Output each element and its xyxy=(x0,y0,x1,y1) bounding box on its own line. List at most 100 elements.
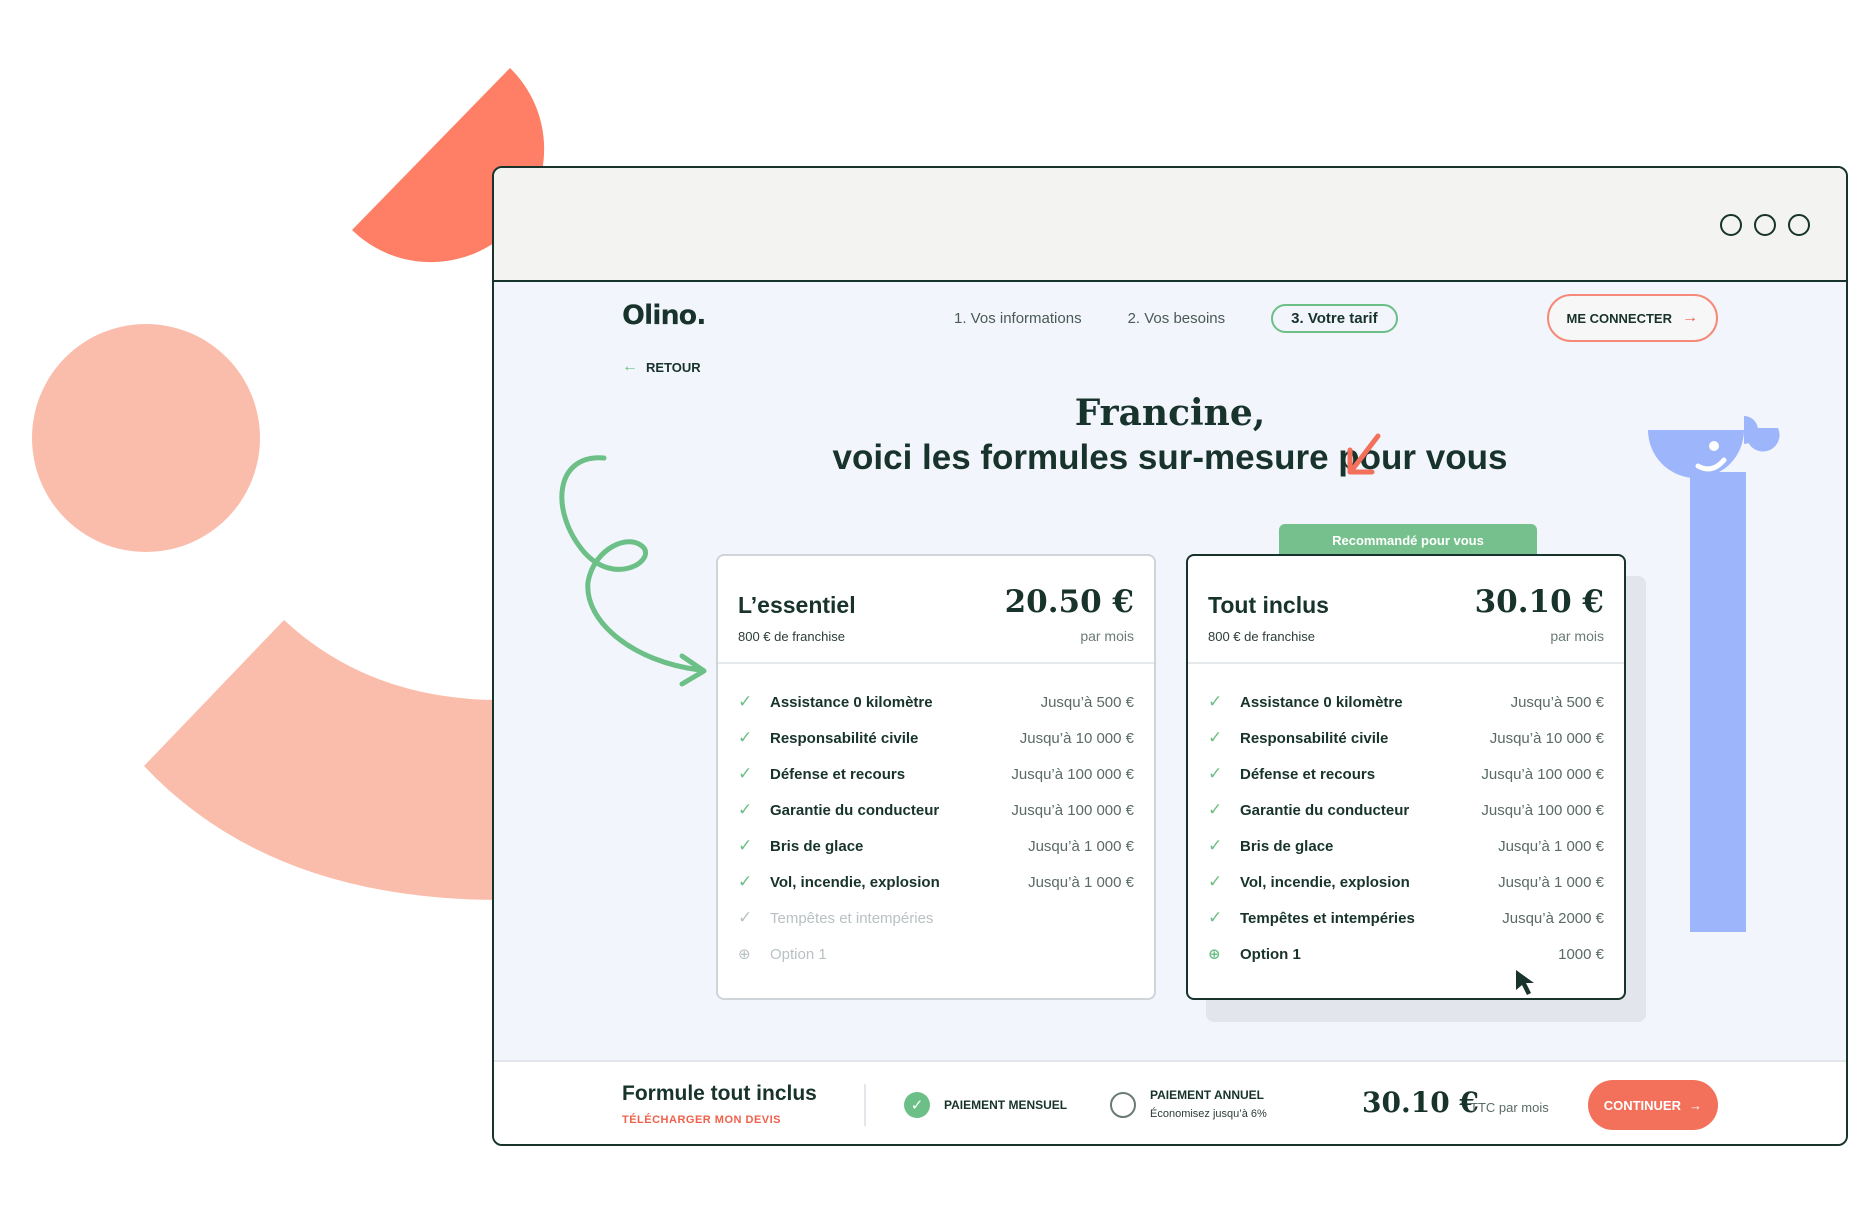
feature-row: ⊕ Option 1 1000 € xyxy=(1208,936,1604,972)
check-icon: ✓ xyxy=(738,872,753,891)
total-price-period: TTC par mois xyxy=(1470,1100,1549,1115)
feature-name: Défense et recours xyxy=(1240,765,1376,783)
annual-savings-note: Économisez jusqu’à 6% xyxy=(1150,1108,1267,1120)
browser-window: Olino. ← RETOUR 1. Vos informations 2. V… xyxy=(492,166,1848,1146)
login-button[interactable]: ME CONNECTER → xyxy=(1546,294,1718,342)
check-icon: ✓ xyxy=(1208,872,1223,891)
feature-value: Jusqu’à 100 000 € xyxy=(1481,801,1604,819)
check-icon: ✓ xyxy=(1208,728,1223,747)
window-dot-icon[interactable] xyxy=(1754,214,1776,236)
plan-period: par mois xyxy=(1080,628,1134,644)
plan-card-essentiel[interactable]: L’essentiel 800 € de franchise 20.50 € p… xyxy=(716,554,1156,1000)
plan-card-header: Tout inclus 800 € de franchise 30.10 € p… xyxy=(1188,556,1624,664)
feature-row: ✓ Assistance 0 kilomètre Jusqu’à 500 € xyxy=(738,684,1134,720)
window-dot-icon[interactable] xyxy=(1788,214,1810,236)
step-3-active[interactable]: 3. Votre tarif xyxy=(1271,304,1398,333)
feature-name: Vol, incendie, explosion xyxy=(1240,873,1410,891)
check-icon: ✓ xyxy=(738,908,753,927)
feature-value: Jusqu’à 10 000 € xyxy=(1489,729,1604,747)
feature-name: Responsabilité civile xyxy=(1240,729,1389,747)
plan-franchise: 800 € de franchise xyxy=(1208,629,1315,644)
feature-name: Garantie du conducteur xyxy=(1240,801,1410,819)
arrow-down-left-doodle xyxy=(1347,433,1381,475)
check-icon: ✓ xyxy=(1208,908,1223,927)
plan-price: 30.10 € xyxy=(1474,584,1604,620)
feature-value: Jusqu’à 1 000 € xyxy=(1028,837,1134,855)
plan-card-tout-inclus[interactable]: Tout inclus 800 € de franchise 30.10 € p… xyxy=(1186,554,1626,1000)
feature-value: Jusqu’à 10 000 € xyxy=(1019,729,1134,747)
annual-payment-radio[interactable] xyxy=(1110,1092,1136,1118)
feature-value: Jusqu’à 100 000 € xyxy=(1481,765,1604,783)
feature-name: Assistance 0 kilomètre xyxy=(770,693,933,711)
back-label: RETOUR xyxy=(646,359,701,375)
option-icon: ⊕ xyxy=(738,946,751,963)
summary-footer: Formule tout inclus TÉLÉCHARGER MON DEVI… xyxy=(494,1060,1846,1144)
feature-value: Jusqu’à 500 € xyxy=(1040,693,1134,711)
arrow-left-icon: ← xyxy=(622,358,638,375)
check-icon: ✓ xyxy=(738,800,753,819)
feature-value: Jusqu’à 100 000 € xyxy=(1011,765,1134,783)
feature-row: ✓ Responsabilité civile Jusqu’à 10 000 € xyxy=(738,720,1134,756)
feature-name: Garantie du conducteur xyxy=(770,801,940,819)
step-1[interactable]: 1. Vos informations xyxy=(954,310,1082,327)
check-icon: ✓ xyxy=(738,728,753,747)
selected-plan-title: Formule tout inclus xyxy=(622,1082,817,1105)
page-content: Olino. ← RETOUR 1. Vos informations 2. V… xyxy=(494,282,1846,1144)
check-icon: ✓ xyxy=(1208,800,1223,819)
feature-row: ✓ Vol, incendie, explosion Jusqu’à 1 000 € xyxy=(1208,864,1604,900)
download-quote-link[interactable]: TÉLÉCHARGER MON DEVIS xyxy=(622,1114,781,1126)
continue-label: CONTINUER xyxy=(1603,1097,1681,1113)
feature-row-disabled: ✓ Tempêtes et intempéries xyxy=(738,900,1134,936)
feature-row: ✓ Bris de glace Jusqu’à 1 000 € xyxy=(738,828,1134,864)
feature-row: ✓ Garantie du conducteur Jusqu’à 100 000 € xyxy=(1208,792,1604,828)
feature-name: Bris de glace xyxy=(770,837,864,855)
check-icon: ✓ xyxy=(1208,836,1223,855)
arrow-right-icon: → xyxy=(1689,1097,1702,1113)
feature-row: ✓ Vol, incendie, explosion Jusqu’à 1 000 € xyxy=(738,864,1134,900)
feature-name: Bris de glace xyxy=(1240,837,1334,855)
progress-steps: 1. Vos informations 2. Vos besoins 3. Vo… xyxy=(954,304,1398,333)
feature-row: ✓ Responsabilité civile Jusqu’à 10 000 € xyxy=(1208,720,1604,756)
feature-row: ✓ Défense et recours Jusqu’à 100 000 € xyxy=(738,756,1134,792)
annual-payment-label[interactable]: PAIEMENT ANNUEL xyxy=(1150,1088,1264,1102)
feature-name: Assistance 0 kilomètre xyxy=(1240,693,1403,711)
check-icon: ✓ xyxy=(738,836,753,855)
feature-value: Jusqu’à 1 000 € xyxy=(1498,837,1604,855)
continue-button[interactable]: CONTINUER → xyxy=(1587,1080,1718,1130)
blue-mascot-illustration xyxy=(1648,416,1780,932)
feature-name: Défense et recours xyxy=(770,765,906,783)
total-price: 30.10 € xyxy=(1362,1086,1479,1119)
feature-row: ✓ Bris de glace Jusqu’à 1 000 € xyxy=(1208,828,1604,864)
feature-name: Option 1 xyxy=(1240,945,1301,963)
login-label: ME CONNECTER xyxy=(1566,310,1672,326)
arrow-right-icon: → xyxy=(1682,309,1698,326)
check-icon: ✓ xyxy=(1208,764,1223,783)
window-controls xyxy=(1720,214,1810,236)
feature-row: ✓ Tempêtes et intempéries Jusqu’à 2000 € xyxy=(1208,900,1604,936)
feature-value: Jusqu’à 2000 € xyxy=(1502,909,1604,927)
monthly-payment-radio[interactable]: ✓ xyxy=(904,1092,930,1118)
feature-row-disabled: ⊕ Option 1 xyxy=(738,936,1134,972)
window-dot-icon[interactable] xyxy=(1720,214,1742,236)
step-2[interactable]: 2. Vos besoins xyxy=(1128,310,1226,327)
feature-name: Responsabilité civile xyxy=(770,729,919,747)
feature-value: 1000 € xyxy=(1558,945,1604,963)
footer-divider xyxy=(864,1084,866,1126)
feature-name: Option 1 xyxy=(770,945,827,963)
feature-row: ✓ Défense et recours Jusqu’à 100 000 € xyxy=(1208,756,1604,792)
browser-titlebar xyxy=(494,168,1846,282)
recommended-badge: Recommandé pour vous xyxy=(1279,524,1537,556)
monthly-payment-label[interactable]: PAIEMENT MENSUEL xyxy=(944,1098,1067,1112)
feature-name: Tempêtes et intempéries xyxy=(770,909,934,927)
stage: Olino. ← RETOUR 1. Vos informations 2. V… xyxy=(0,0,1872,1206)
check-icon: ✓ xyxy=(910,1097,924,1114)
olino-logo[interactable]: Olino. xyxy=(622,300,706,331)
check-icon: ✓ xyxy=(738,692,753,711)
plan-features: ✓ Assistance 0 kilomètre Jusqu’à 500 € ✓ Re… xyxy=(1188,664,1624,972)
salmon-arc-decoration xyxy=(144,620,500,900)
feature-value: Jusqu’à 1 000 € xyxy=(1028,873,1134,891)
feature-value: Jusqu’à 1 000 € xyxy=(1498,873,1604,891)
plan-franchise: 800 € de franchise xyxy=(738,629,845,644)
swirl-arrow-doodle xyxy=(559,455,707,687)
back-link[interactable]: ← RETOUR xyxy=(622,358,701,376)
